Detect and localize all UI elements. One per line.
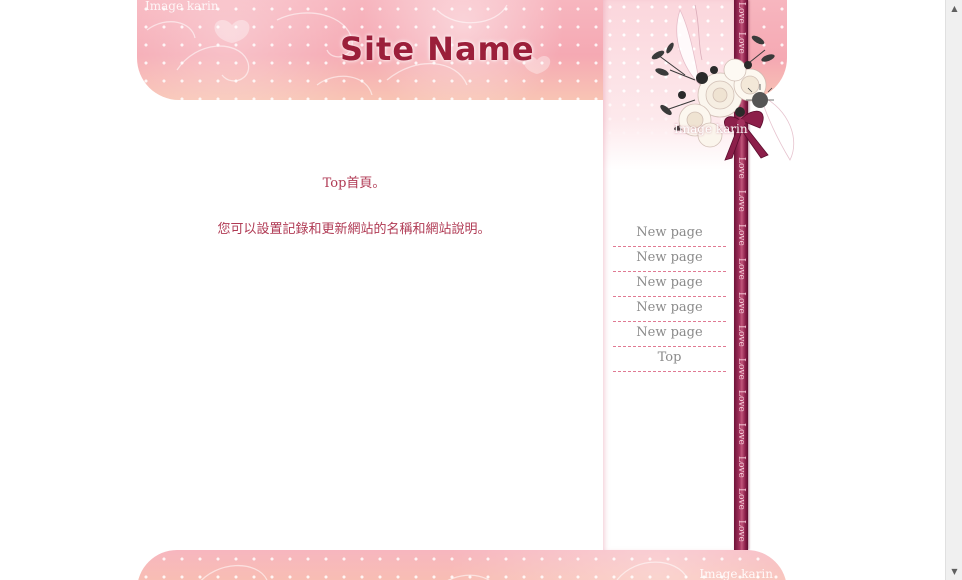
nav-item-new-page-1[interactable]: New page [613, 222, 726, 247]
ribbon-label: Love [736, 390, 746, 412]
ribbon-label: Love [736, 423, 746, 445]
bouquet-watermark: Image karin [674, 122, 748, 136]
scroll-up-arrow-icon[interactable]: ▲ [946, 0, 962, 17]
ribbon-label: Love [736, 358, 746, 380]
ribbon-label: Love [736, 224, 746, 246]
nav-item-new-page-4[interactable]: New page [613, 297, 726, 322]
scroll-down-arrow-icon[interactable]: ▼ [946, 563, 962, 580]
header-watermark: Image karin [145, 0, 219, 13]
vertical-scrollbar[interactable]: ▲ ▼ [945, 0, 962, 580]
page-title: Top首頁。 [322, 176, 386, 191]
sidebar-nav: New page New page New page New page New … [613, 222, 726, 372]
page: Image karin Love Love Love Love Love Lov… [0, 0, 962, 580]
nav-item-new-page-3[interactable]: New page [613, 272, 726, 297]
nav-item-top[interactable]: Top [613, 347, 726, 372]
ribbon-label: Love [736, 190, 746, 212]
main-content: Top首頁。 您可以設置記錄和更新網站的名稱和網站說明。 [137, 100, 603, 550]
nav-item-new-page-2[interactable]: New page [613, 247, 726, 272]
footer-watermark: Image karin [699, 567, 773, 580]
site-name[interactable]: Site Name [340, 30, 535, 68]
footer-banner: Image karin [137, 550, 787, 580]
page-description: 您可以設置記錄和更新網站的名稱和網站說明。 [217, 222, 491, 237]
nav-item-new-page-5[interactable]: New page [613, 322, 726, 347]
footer-swirl [200, 561, 688, 580]
flower-bouquet-image [651, 4, 794, 161]
ribbon-label: Love [736, 456, 746, 478]
ribbon-label: Love [736, 325, 746, 347]
ribbon-label: Love [736, 520, 746, 542]
ribbon-label: Love [736, 258, 746, 280]
ribbon-label: Love [736, 488, 746, 510]
ribbon-label: Love [736, 292, 746, 314]
